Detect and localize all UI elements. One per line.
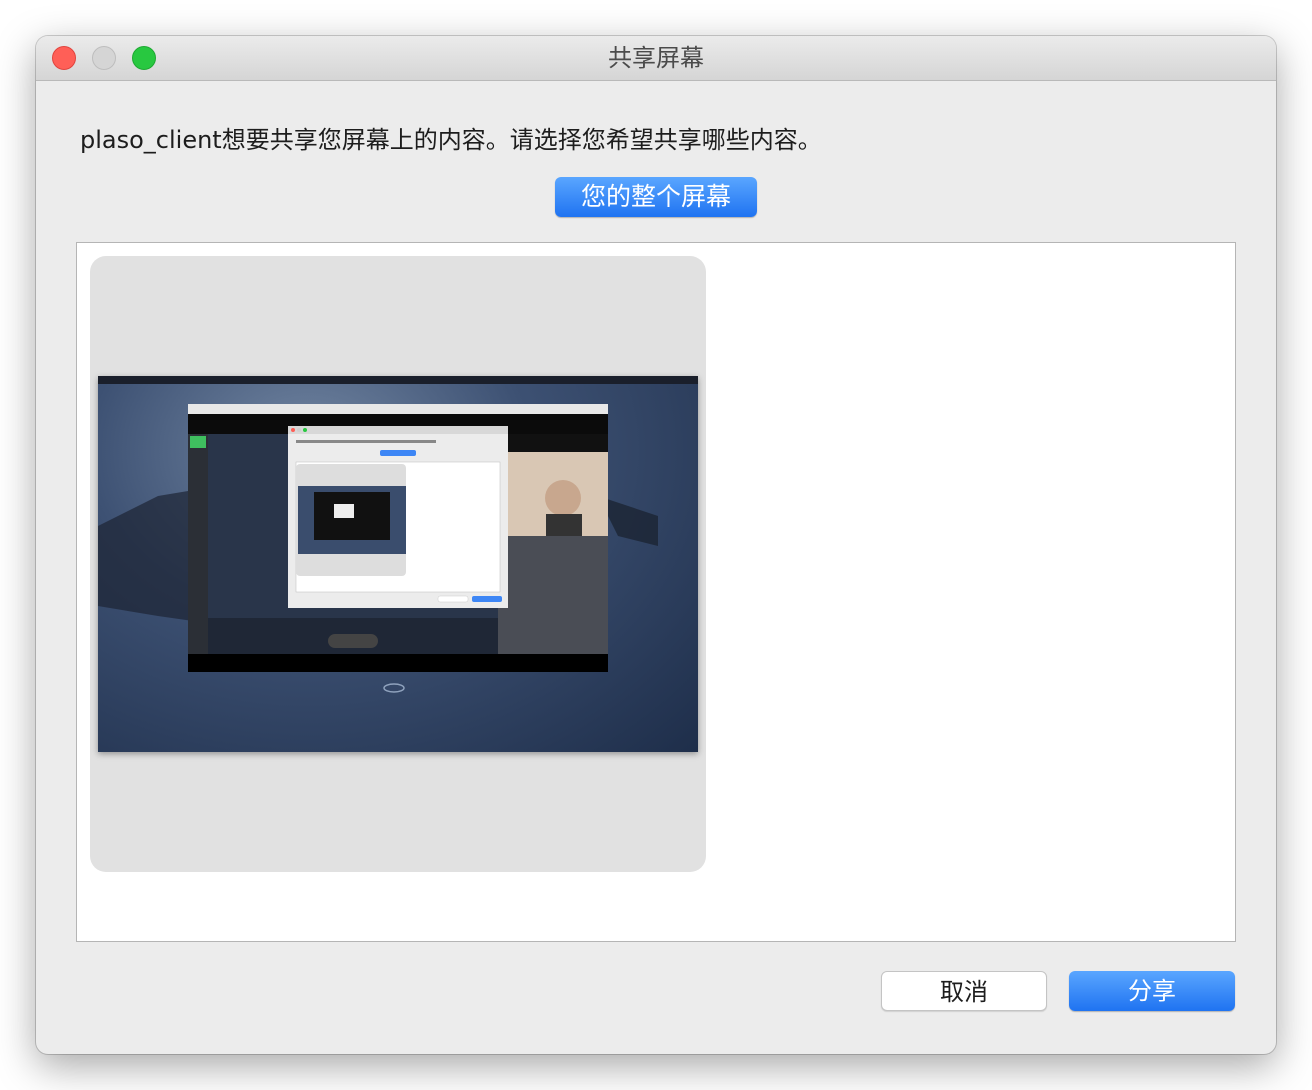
window-title: 共享屏幕 [608,44,704,72]
share-prompt-text: plaso_client想要共享您屏幕上的内容。请选择您希望共享哪些内容。 [80,126,822,154]
screen-source-tile[interactable] [90,256,706,872]
entire-screen-tab[interactable]: 您的整个屏幕 [555,177,757,217]
share-button[interactable]: 分享 [1069,971,1235,1011]
source-list [76,242,1236,942]
title-bar: 共享屏幕 [36,36,1276,81]
screen-thumbnail [98,376,698,752]
cancel-button[interactable]: 取消 [881,971,1047,1011]
share-screen-dialog: 共享屏幕 plaso_client想要共享您屏幕上的内容。请选择您希望共享哪些内… [36,36,1276,1054]
desktop-preview-image [98,376,698,693]
